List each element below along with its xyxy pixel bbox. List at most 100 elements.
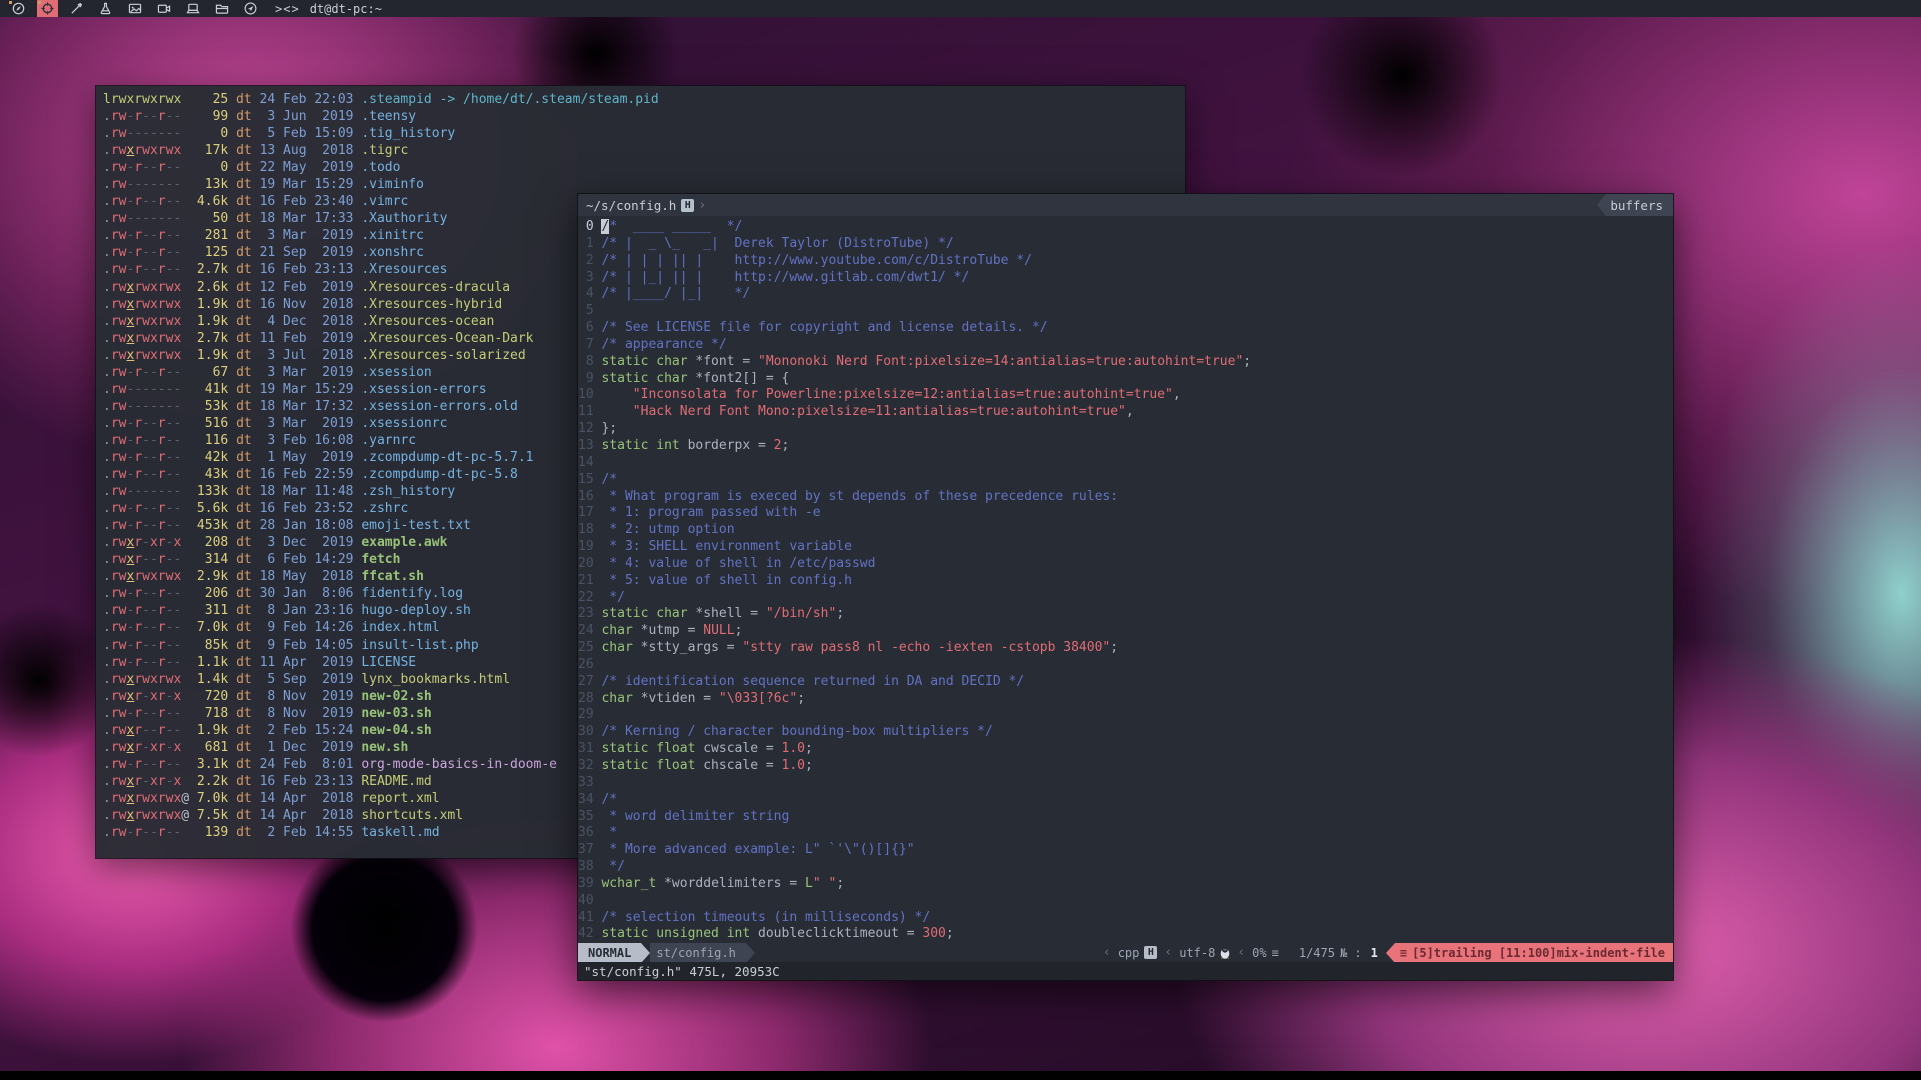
file-name: .todo: [361, 160, 400, 175]
camera-icon[interactable]: [153, 0, 174, 17]
buffer-path[interactable]: ~/s/config.h: [586, 198, 676, 213]
file-row: .rw-r--r-- 99 dt 3 Jun 2019 .teensy: [103, 108, 1185, 125]
top-panel: ><> dt@dt-pc:~: [0, 0, 1921, 17]
code-line: 34 /*: [578, 792, 1673, 809]
code-line: 16 * What program is execed by st depend…: [578, 489, 1673, 506]
file-name: LICENSE: [361, 655, 416, 670]
chevron-right-icon: ›: [698, 198, 706, 213]
thin-separator-icon: ‹: [1230, 943, 1252, 962]
powerline-separator: [641, 943, 650, 962]
code-line: 36 *: [578, 825, 1673, 842]
tray-dot: [9, 1, 12, 4]
file-name: .xsession-errors: [361, 382, 486, 397]
code-line: 6 /* See LICENSE file for copyright and …: [578, 320, 1673, 337]
file-name: .zsh_history: [361, 484, 455, 499]
file-name: .xsessionrc: [361, 416, 447, 431]
code-line: 28 char *vtiden = "\033[?6c";: [578, 691, 1673, 708]
file-name: new-02.sh: [361, 689, 431, 704]
filetype-label: cpp: [1118, 946, 1140, 960]
code-line: 0 /* ____ _____ */: [578, 219, 1673, 236]
code-line: 14: [578, 455, 1673, 472]
file-name: .Xresources-ocean: [361, 314, 494, 329]
tab-arrow-icon: [1597, 194, 1606, 216]
buffers-tab[interactable]: buffers: [1606, 194, 1673, 216]
code-line: 1 /* | _ \_ _| Derek Taylor (DistroTube)…: [578, 236, 1673, 253]
file-name: fidentify.log: [361, 586, 463, 601]
file-name: .viminfo: [361, 177, 424, 192]
code-line: 27 /* identification sequence returned i…: [578, 674, 1673, 691]
warning-lines-icon: ≡: [1400, 946, 1407, 960]
file-name: .tig_history: [361, 126, 455, 141]
crosshair-icon[interactable]: [37, 0, 58, 17]
file-name: .xinitrc: [361, 228, 424, 243]
file-row: lrwxrwxrwx 25 dt 24 Feb 22:03 .steampid …: [103, 91, 1185, 108]
file-name: .vimrc: [361, 194, 408, 209]
code-line: 19 * 3: SHELL environment variable: [578, 539, 1673, 556]
code-line: 24 char *utmp = NULL;: [578, 623, 1673, 640]
folder-icon[interactable]: [211, 0, 232, 17]
thin-separator-icon: ‹: [1157, 943, 1179, 962]
code-line: 35 * word delimiter string: [578, 809, 1673, 826]
file-name: .teensy: [361, 109, 416, 124]
file-row: .rwxrwxrwx 17k dt 13 Aug 2018 .tigrc: [103, 142, 1185, 159]
file-name: hugo-deploy.sh: [361, 603, 471, 618]
send-icon[interactable]: [240, 0, 261, 17]
warning-text: [5]trailing [11:100]mix-indent-file: [1412, 946, 1665, 960]
code-line: 17 * 1: program passed with -e: [578, 505, 1673, 522]
command-line[interactable]: "st/config.h" 475L, 20953C: [578, 962, 1673, 980]
code-line: 26: [578, 657, 1673, 674]
cursor-position: 1/475: [1299, 946, 1335, 960]
file-name: index.html: [361, 620, 439, 635]
file-name: .zcompdump-dt-pc-5.8: [361, 467, 518, 482]
file-name: ffcat.sh: [361, 569, 424, 584]
file-row: .rw-r--r-- 0 dt 22 May 2019 .todo: [103, 159, 1185, 176]
file-name: shortcuts.xml: [361, 808, 463, 823]
file-name: example.awk: [361, 535, 447, 550]
file-name: .Xresources-dracula: [361, 280, 510, 295]
flask-icon[interactable]: [95, 0, 116, 17]
tray-dot: [38, 1, 41, 4]
window-title: dt@dt-pc:~: [310, 2, 382, 16]
image-icon[interactable]: [124, 0, 145, 17]
code-line: 42 static unsigned int doubleclicktimeou…: [578, 926, 1673, 943]
code-line: 22 */: [578, 590, 1673, 607]
code-line: 12 };: [578, 421, 1673, 438]
code-line: 30 /* Kerning / character bounding-box m…: [578, 724, 1673, 741]
code-line: 39 wchar_t *worddelimiters = L" ";: [578, 876, 1673, 893]
laptop-icon[interactable]: [182, 0, 203, 17]
code-area[interactable]: 0 /* ____ _____ */ 1 /* | _ \_ _| Derek …: [578, 216, 1673, 943]
editor-window[interactable]: ~/s/config.h H › buffers 0 /* ____ _____…: [578, 194, 1673, 980]
file-row: .rw------- 13k dt 19 Mar 15:29 .viminfo: [103, 176, 1185, 193]
code-line: 31 static float cwscale = 1.0;: [578, 741, 1673, 758]
code-line: 5: [578, 303, 1673, 320]
powerline-separator: [1386, 943, 1395, 962]
file-name: .Xresources-Ocean-Dark: [361, 331, 533, 346]
thin-separator-icon: ‹: [1096, 943, 1118, 962]
file-name: emoji-test.txt: [361, 518, 471, 533]
code-line: 13 static int borderpx = 2;: [578, 438, 1673, 455]
file-name: lynx_bookmarks.html: [361, 672, 510, 687]
code-line: 41 /* selection timeouts (in millisecond…: [578, 910, 1673, 927]
file-name: new-03.sh: [361, 706, 431, 721]
compass-icon[interactable]: [8, 0, 29, 17]
code-line: 37 * More advanced example: L" `'\"()[]{…: [578, 842, 1673, 859]
file-name: .Xresources: [361, 262, 447, 277]
encoding-label: utf-8: [1179, 946, 1215, 960]
code-line: 20 * 4: value of shell in /etc/passwd: [578, 556, 1673, 573]
file-name: .Xresources-hybrid: [361, 297, 502, 312]
code-line: 18 * 2: utmp option: [578, 522, 1673, 539]
filetype-h-icon: H: [1144, 946, 1157, 959]
file-name: fetch: [361, 552, 400, 567]
eyedropper-icon[interactable]: [66, 0, 87, 17]
lines-icon: ≡: [1272, 946, 1279, 960]
statusline: NORMAL st/config.h ‹ cppH ‹ utf-8 ‹ 0% ≡…: [578, 943, 1673, 962]
file-name: .zshrc: [361, 501, 408, 516]
file-name: .xsession: [361, 365, 431, 380]
code-line: 23 static char *shell = "/bin/sh";: [578, 606, 1673, 623]
file-name: org-mode-basics-in-doom-e: [361, 757, 557, 772]
file-name: insult-list.php: [361, 638, 478, 653]
code-line: 40: [578, 893, 1673, 910]
powerline-separator: [746, 943, 755, 962]
code-line: 25 char *stty_args = "stty raw pass8 nl …: [578, 640, 1673, 657]
file-row: .rw------- 0 dt 5 Feb 15:09 .tig_history: [103, 125, 1185, 142]
